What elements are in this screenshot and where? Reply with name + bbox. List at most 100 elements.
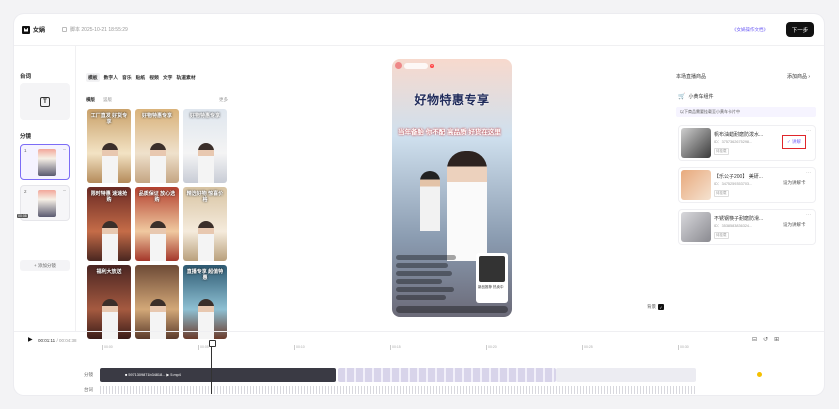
track-label-shots: 分镜 — [84, 372, 93, 377]
zoom-icon[interactable]: ⊞ — [774, 336, 779, 343]
template-card[interactable]: 直播专享 超值特惠 — [183, 265, 227, 339]
product-name: 帆布油蜡耐磨防泼水... — [714, 132, 764, 138]
add-product-link[interactable]: 添加商品 › — [787, 73, 810, 80]
shot-card-2[interactable]: 2 ··· 00:08 — [17, 185, 70, 221]
shot-card-1[interactable]: 1 ··· — [20, 144, 70, 180]
cart-component: 🛒 小黄车组件 — [678, 93, 714, 100]
more-icon[interactable]: ··· — [806, 128, 811, 134]
template-caption: 直播专享 超值特惠 — [186, 269, 224, 281]
play-icon[interactable]: ▶ — [28, 336, 33, 343]
preview-host-figure — [447, 151, 487, 261]
doc-title-text: 脚本 2025-10-21 18:55:29 — [70, 27, 128, 33]
template-caption: 品质保证 放心选购 — [138, 191, 176, 203]
current-time: 00:01:11 — [38, 338, 56, 343]
template-host-figure — [102, 221, 118, 261]
template-card[interactable]: 工厂直发 好货专享 — [87, 109, 131, 183]
total-time: / 00:04:38 — [56, 338, 77, 343]
more-icon[interactable]: ··· — [63, 147, 67, 153]
doc-title[interactable]: 脚本 2025-10-21 18:55:29 — [62, 26, 128, 33]
more-icon[interactable]: ··· — [63, 188, 67, 194]
cat-template[interactable]: 模板 — [86, 73, 100, 82]
comment-bar — [396, 306, 508, 313]
tutorial-link[interactable]: 《女娲操作文档》 — [732, 27, 768, 33]
timeline-clip-1[interactable]: ■ 5971309871b34818... ▶ 5.mp4 — [100, 368, 336, 382]
cat-video[interactable]: 视频 — [149, 74, 159, 81]
product-name: 【乐公子200】 美研... — [714, 174, 763, 180]
chat-bubble — [396, 271, 452, 276]
material-panel: 模板 数字人 音乐 贴纸 视频 文字 轨道素材 横版 竖版 更多 工厂直发 好货… — [82, 46, 230, 339]
timeline-controls: ⊟ ↺ ⊞ — [752, 336, 779, 343]
header-bar: 女娲 脚本 2025-10-21 18:55:29 《女娲操作文档》 下一步 — [14, 14, 824, 46]
product-id: ID：3475259353703... — [714, 182, 753, 186]
add-text-card[interactable]: T — [20, 83, 70, 120]
video-preview[interactable]: + 好物特惠专享 当年备胎 你不配 高品质 好货在这里 新品推荐 热卖中 — [392, 59, 512, 317]
chat-bubble — [396, 295, 446, 300]
cat-sticker[interactable]: 贴纸 — [136, 74, 146, 81]
template-host-figure — [150, 143, 166, 183]
cart-icon: 🛒 — [678, 94, 686, 100]
shot-thumbnail — [38, 149, 56, 176]
text-icon: T — [40, 96, 50, 107]
template-caption: 好物特惠专享 — [189, 113, 220, 119]
timeline-clip-2[interactable] — [338, 368, 556, 382]
template-card[interactable]: 精选好物 惊喜价格 — [183, 187, 227, 261]
product-image — [479, 256, 505, 282]
set-explain-button[interactable]: ✓ 讲解 — [782, 135, 807, 149]
more-templates-link[interactable]: 更多 — [219, 97, 228, 103]
ruler-tick: 00:05 — [198, 345, 209, 350]
lines-section-title: 台词 — [20, 74, 32, 80]
cat-music[interactable]: 音乐 — [122, 74, 132, 81]
avatar — [395, 62, 402, 69]
audio-waveform[interactable] — [100, 386, 696, 394]
set-explain-button[interactable]: 设为讲解卡 — [783, 222, 806, 228]
split-icon[interactable]: ⊟ — [752, 336, 757, 343]
product-thumbnail — [681, 128, 711, 158]
more-icon[interactable]: ··· — [806, 212, 811, 218]
ruler-tick: 00:00 — [102, 345, 113, 350]
next-button[interactable]: 下一步 — [786, 22, 814, 37]
undo-icon[interactable]: ↺ — [763, 336, 768, 343]
chat-bubble — [396, 287, 454, 292]
edit-icon[interactable] — [62, 27, 67, 32]
logo-icon — [22, 25, 30, 34]
template-caption: 精选好物 惊喜价格 — [186, 191, 224, 203]
product-item[interactable]: 【乐公子200】 美研... ID：3475259353703... 待挂载 设为讲解… — [678, 167, 816, 203]
product-item[interactable]: 帆布油蜡耐磨防泼水... ID：3757362675298... 待挂载 ✓ 讲解 ··… — [678, 125, 816, 161]
more-icon[interactable]: ··· — [806, 170, 811, 176]
shot-number: 1 — [24, 148, 27, 153]
logo-text: 女娲 — [33, 28, 46, 34]
follow-badge: + — [430, 63, 435, 68]
template-card[interactable]: 好物特惠专享 — [135, 109, 179, 183]
shots-section-title: 分镜 — [20, 134, 32, 140]
track-label-lines: 台词 — [84, 387, 93, 392]
chat-bubble — [396, 279, 442, 284]
cat-text[interactable]: 文字 — [163, 74, 173, 81]
timeline-clip-empty[interactable] — [556, 368, 696, 382]
set-explain-button[interactable]: 设为讲解卡 — [783, 180, 806, 186]
orientation-tabs: 横版 竖版 — [86, 97, 112, 103]
template-caption: 好物特惠专享 — [141, 113, 172, 119]
template-card[interactable] — [135, 265, 179, 339]
playhead[interactable] — [209, 340, 216, 394]
template-caption: 福利大放送 — [96, 269, 122, 275]
cat-track-material[interactable]: 轨道素材 — [176, 74, 195, 81]
timeline: ▶ 00:01:11 / 00:04:38 00:00 00:05 00:10 00:… — [14, 331, 824, 395]
product-state-badge: 待挂载 — [714, 232, 729, 239]
template-card[interactable]: 好物特惠专享 — [183, 109, 227, 183]
preview-title: 好物特惠专享 — [414, 93, 490, 107]
tab-landscape[interactable]: 横版 — [86, 97, 95, 103]
check-icon[interactable]: ✓ — [658, 304, 664, 310]
product-item[interactable]: 不锈钢筷子耐磨防滑... ID：3538583836324... 待挂载 设为讲解卡 ·… — [678, 209, 816, 245]
ruler-tick: 00:10 — [294, 345, 305, 350]
time-ruler[interactable]: 00:00 00:05 00:10 00:15 00:20 00:25 00:30 — [102, 345, 742, 351]
template-card[interactable]: 福利大放送 — [87, 265, 131, 339]
template-card[interactable]: 限时特惠 速速抢购 — [87, 187, 131, 261]
background-toggle[interactable]: 背景 ✓ — [647, 304, 664, 310]
tab-portrait[interactable]: 竖版 — [103, 97, 112, 103]
product-panel-title: 本场直播商品 — [676, 74, 707, 80]
template-card[interactable]: 品质保证 放心选购 — [135, 187, 179, 261]
add-shot-button[interactable]: + 添加分镜 — [20, 260, 70, 271]
shot-duration: 00:08 — [17, 214, 28, 218]
cart-tip: 以下商品需要挂载至小黄车卡片中 — [676, 107, 816, 117]
cat-digital-human[interactable]: 数字人 — [104, 74, 118, 81]
